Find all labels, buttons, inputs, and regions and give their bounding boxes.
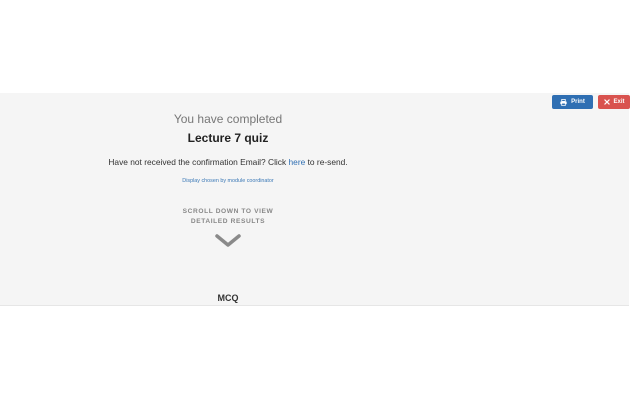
confirmation-text-prefix: Have not received the confirmation Email… (108, 157, 289, 167)
confirmation-message: Have not received the confirmation Email… (0, 157, 456, 167)
display-note: Display chosen by module coordinator (182, 178, 274, 184)
close-icon (603, 99, 610, 105)
exit-button-label: Exit (613, 99, 625, 105)
chevron-down-icon[interactable] (214, 233, 242, 249)
quiz-title: Lecture 7 quiz (187, 131, 269, 145)
section-title-mcq: MCQ (217, 293, 239, 303)
top-actions: Print Exit (552, 95, 630, 109)
printer-icon (560, 98, 567, 106)
results-page: Print Exit You have completed Lecture 7 … (0, 0, 640, 400)
scroll-hint: SCROLL DOWN TO VIEW DETAILED RESULTS (0, 207, 456, 227)
exit-button[interactable]: Exit (598, 95, 630, 109)
scroll-hint-line2: DETAILED RESULTS (190, 218, 266, 225)
resend-link[interactable]: here (289, 157, 306, 167)
completed-label: You have completed (173, 112, 283, 126)
print-button[interactable]: Print (552, 95, 593, 109)
confirmation-text-suffix: to re-send. (305, 157, 348, 167)
scroll-hint-line1: SCROLL DOWN TO VIEW (182, 208, 274, 215)
print-button-label: Print (571, 99, 585, 105)
